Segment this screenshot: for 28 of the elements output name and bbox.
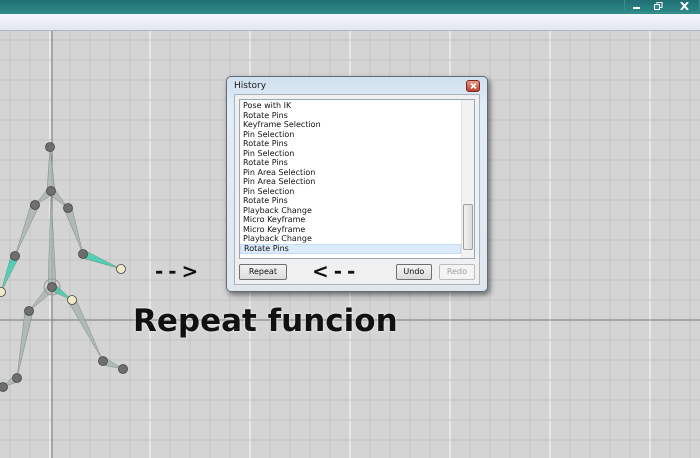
history-item[interactable]: Rotate Pins <box>240 158 461 168</box>
history-item[interactable]: Pin Selection <box>240 186 461 196</box>
arrow-annotation: - - > <box>155 259 198 283</box>
history-item[interactable]: Pin Area Selection <box>240 168 461 177</box>
close-icon <box>680 2 688 10</box>
scrollbar[interactable] <box>461 100 474 258</box>
close-button[interactable] <box>466 80 480 92</box>
history-item[interactable]: Rotate Pins <box>240 110 461 120</box>
close-icon <box>470 82 476 88</box>
history-item[interactable]: Rotate Pins <box>240 196 461 206</box>
arrow-annotation: < - - <box>312 259 354 283</box>
history-item[interactable]: Pin Area Selection <box>240 177 461 186</box>
history-item[interactable]: Playback Change <box>240 206 461 215</box>
undo-button[interactable]: Undo <box>396 264 432 280</box>
restore-icon <box>654 2 662 10</box>
history-item[interactable]: Playback Change <box>240 234 461 244</box>
history-item[interactable]: Pin Selection <box>240 130 461 139</box>
history-item[interactable]: Keyframe Selection <box>240 120 461 130</box>
history-item[interactable]: Micro Keyframe <box>240 224 461 234</box>
history-item[interactable]: Pose with IK <box>240 101 461 110</box>
history-item[interactable]: Micro Keyframe <box>240 215 461 224</box>
history-item[interactable]: Rotate Pins <box>240 244 461 254</box>
history-item[interactable]: Rotate Pins <box>240 139 461 148</box>
caption-text: Repeat funcion <box>133 303 398 339</box>
stick-figure-drawing[interactable] <box>0 142 128 392</box>
repeat-button[interactable]: Repeat <box>239 264 287 280</box>
dialog-title: History <box>234 80 266 90</box>
history-item[interactable]: Pin Selection <box>240 148 461 158</box>
